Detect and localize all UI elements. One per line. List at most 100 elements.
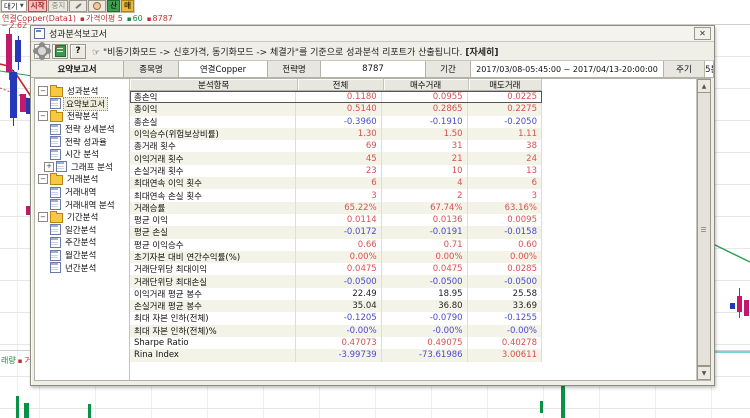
tree-item-거래내역[interactable]: 거래내역: [35, 186, 129, 199]
cell-value: 0.0475: [296, 263, 382, 276]
table-row[interactable]: 이익거래 평균 봉수 22.49 18.95 25.58: [130, 287, 542, 301]
report-sheet-icon: [50, 262, 61, 274]
tree-item-label: 그래프 분석: [71, 162, 113, 173]
cell-value: 63.16%: [468, 201, 542, 214]
collapse-icon[interactable]: −: [38, 174, 48, 185]
scroll-down-button[interactable]: ▼: [697, 366, 711, 380]
cell-value: 1.11: [468, 127, 542, 141]
tree-item-거래분석[interactable]: − 거래분석: [35, 172, 129, 186]
candle: [737, 296, 742, 312]
table-row[interactable]: 최대 자본 인하(전체) -0.1205 -0.0790 -0.1255: [130, 312, 542, 325]
table-row[interactable]: 초기자본 대비 연간수익률(%) 0.00% 0.00% 0.00%: [130, 250, 542, 264]
table-row[interactable]: 거래승률 65.22% 67.74% 63.16%: [130, 201, 542, 214]
candle: [730, 303, 735, 309]
tree-item-년간분석[interactable]: 년간분석: [35, 261, 129, 274]
cell-value: -0.0500: [382, 275, 468, 288]
column-header-매수거래[interactable]: 매수거래: [384, 79, 469, 91]
table-row[interactable]: 평균 이익승수 0.66 0.71 0.60: [130, 238, 542, 251]
report-sheet-icon: [56, 161, 67, 173]
vertical-scrollbar[interactable]: ▲ ▼: [696, 79, 711, 380]
wrench-icon: [74, 2, 82, 10]
cell-value: 65.22%: [296, 201, 382, 214]
help-button[interactable]: ?: [70, 43, 86, 59]
cell-value: 3.00611: [468, 349, 542, 362]
cell-value: 22.49: [296, 287, 382, 301]
row-label: 거래단위당 최대이익: [130, 263, 296, 276]
tree-item-요약보고서[interactable]: 요약보고서: [35, 96, 129, 111]
table-row[interactable]: 총손실 -0.3960 -0.1910 -0.2050: [130, 115, 542, 128]
tree-item-월간분석[interactable]: 월간분석: [35, 249, 129, 262]
column-header-전체[interactable]: 전체: [298, 79, 384, 91]
cell-value: 1.50: [382, 127, 468, 141]
tree-item-일간분석[interactable]: 일간분석: [35, 224, 129, 237]
table-row[interactable]: 최대 자본 인하(전체)% -0.00% -0.00% -0.00%: [130, 324, 542, 337]
cell-value: 10: [382, 164, 468, 178]
table-row[interactable]: Rina Index -3.99739 -73.61986 3.00611: [130, 349, 542, 362]
table-row[interactable]: 최대연속 손실 횟수 3 2 3: [130, 189, 542, 202]
tree-item-그래프 분석[interactable]: + 그래프 분석: [35, 161, 129, 174]
detail-link[interactable]: [자세히]: [465, 48, 498, 58]
close-button[interactable]: ✕: [694, 27, 711, 40]
cell-value: -0.0191: [382, 226, 468, 239]
tree-item-전략 상세분석[interactable]: 전략 상세분석: [35, 123, 129, 136]
interval-field-value: 15분: [705, 61, 714, 77]
row-label: 총이익: [130, 103, 296, 116]
stop-button[interactable]: 중지: [48, 0, 69, 12]
cell-value: 38: [468, 140, 542, 153]
cell-value: 2: [382, 189, 468, 202]
table-row[interactable]: 최대연속 이익 횟수 6 4 6: [130, 177, 542, 190]
start-button[interactable]: 시작: [27, 0, 48, 12]
scrollbar-thumb[interactable]: [697, 92, 711, 366]
buy-mode-button[interactable]: 산: [107, 0, 121, 12]
tree-item-label: 거래내역: [65, 188, 97, 199]
row-label: 거래승률: [130, 201, 296, 214]
table-row[interactable]: Sharpe Ratio 0.47073 0.49075 0.40278: [130, 336, 542, 350]
table-row[interactable]: 이익승수(위험보상비률) 1.30 1.50 1.11: [130, 127, 542, 141]
collapse-icon[interactable]: −: [38, 212, 48, 223]
table-row[interactable]: 거래단위당 최대손실 -0.0500 -0.0500 -0.0500: [130, 275, 542, 288]
tree-item-시간 분석[interactable]: 시간 분석: [35, 148, 129, 161]
table-row[interactable]: 거래단위당 최대이익 0.0475 0.0475 0.0285: [130, 263, 542, 276]
collapse-icon[interactable]: −: [38, 111, 48, 122]
settings-button[interactable]: [34, 43, 50, 59]
row-label: Sharpe Ratio: [130, 336, 296, 350]
candle: [15, 40, 21, 62]
scroll-up-button[interactable]: ▲: [697, 79, 711, 93]
table-row[interactable]: 손실거래 횟수 23 10 13: [130, 164, 542, 178]
sell-mode-button[interactable]: 매: [121, 0, 134, 12]
row-label: 평균 손실: [130, 226, 296, 239]
tree-item-전략분석[interactable]: − 전략분석: [35, 109, 129, 123]
export-button[interactable]: [52, 43, 68, 59]
settings-button[interactable]: [88, 0, 107, 12]
cell-value: 0.2865: [382, 103, 468, 116]
tree-item-주간분석[interactable]: 주간분석: [35, 236, 129, 249]
tree-item-기간분석[interactable]: − 기간분석: [35, 210, 129, 224]
candle: [10, 72, 17, 118]
table-row[interactable]: 총거래 횟수 69 31 38: [130, 140, 542, 153]
collapse-icon[interactable]: −: [38, 86, 48, 97]
expand-icon[interactable]: +: [44, 161, 54, 172]
mode-dropdown[interactable]: 대기 ▼: [1, 0, 27, 12]
table-row[interactable]: 이익거래 횟수 45 21 24: [130, 152, 542, 165]
table-row[interactable]: 총손익 0.1180 0.0955 0.0225: [130, 91, 542, 104]
wrench-button[interactable]: [69, 0, 88, 12]
column-header-매도거래[interactable]: 매도거래: [469, 79, 542, 91]
table-row[interactable]: 평균 손실 -0.0172 -0.0191 -0.0158: [130, 226, 542, 239]
symbol-field-label: 종목명: [124, 61, 179, 77]
cell-value: -0.00%: [296, 324, 382, 337]
table-row[interactable]: 손실거래 평균 봉수 35.04 36.80 33.69: [130, 300, 542, 313]
cell-value: 35.04: [296, 300, 382, 313]
column-header-분석항목[interactable]: 분석항목: [130, 79, 299, 91]
tree-item-성과분석[interactable]: − 성과분석: [35, 84, 129, 98]
bullet-icon: ▪: [126, 14, 132, 23]
row-label: Rina Index: [130, 349, 296, 362]
tree-item-거래내역 분석[interactable]: 거래내역 분석: [35, 198, 129, 211]
dialog-titlebar[interactable]: 성과분석보고서 ✕: [31, 26, 714, 42]
cell-value: 3: [468, 189, 542, 202]
table-row[interactable]: 총이익 0.5140 0.2865 0.2275: [130, 103, 542, 116]
tree-item-전략 성과율[interactable]: 전략 성과율: [35, 135, 129, 148]
tree-item-label: 요약보고서: [63, 96, 109, 111]
table-row[interactable]: 평균 이익 0.0114 0.0136 0.0095: [130, 213, 542, 227]
bullet-icon: ▪: [17, 356, 23, 365]
report-content: − 성과분석 요약보고서 − 전략분석 전략 상세분석 전략 성과율 시간 분석 + 그래프 분석…: [34, 78, 711, 381]
